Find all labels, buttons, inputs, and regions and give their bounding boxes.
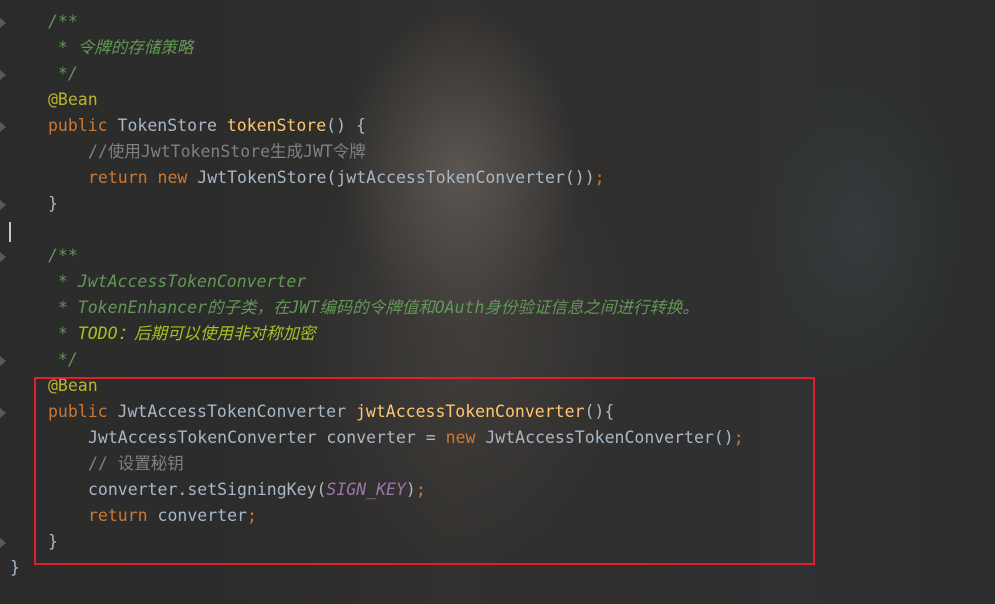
fold-marker-icon[interactable] (0, 356, 6, 366)
code-line[interactable]: } (10, 191, 58, 217)
fold-marker-icon[interactable] (0, 408, 6, 418)
code-line[interactable]: * 令牌的存储策略 (10, 35, 193, 61)
fold-marker-icon[interactable] (0, 70, 6, 80)
fold-marker-icon[interactable] (0, 538, 6, 548)
code-line[interactable]: * TODO：后期可以使用非对称加密 (10, 321, 316, 347)
code-line[interactable] (10, 217, 48, 243)
fold-marker-icon[interactable] (0, 200, 6, 210)
code-line[interactable]: @Bean (10, 87, 98, 113)
code-line[interactable]: */ (10, 61, 78, 87)
code-line[interactable]: public TokenStore tokenStore() { (10, 113, 366, 139)
code-line[interactable]: //使用JwtTokenStore生成JWT令牌 (10, 139, 366, 165)
editor-gutter (0, 0, 10, 604)
code-line[interactable]: * JwtAccessTokenConverter (10, 269, 306, 295)
fold-marker-icon[interactable] (0, 122, 6, 132)
code-line[interactable]: /** (10, 9, 78, 35)
code-line[interactable]: return new JwtTokenStore(jwtAccessTokenC… (10, 165, 605, 191)
code-line[interactable]: */ (10, 347, 78, 373)
fold-marker-icon[interactable] (0, 18, 6, 28)
fold-marker-icon[interactable] (0, 252, 6, 262)
code-line[interactable]: } (10, 555, 20, 581)
code-line[interactable]: /** (10, 243, 78, 269)
highlight-box (34, 377, 815, 565)
code-line[interactable]: * TokenEnhancer的子类，在JWT编码的令牌值和OAuth身份验证信… (10, 295, 699, 321)
